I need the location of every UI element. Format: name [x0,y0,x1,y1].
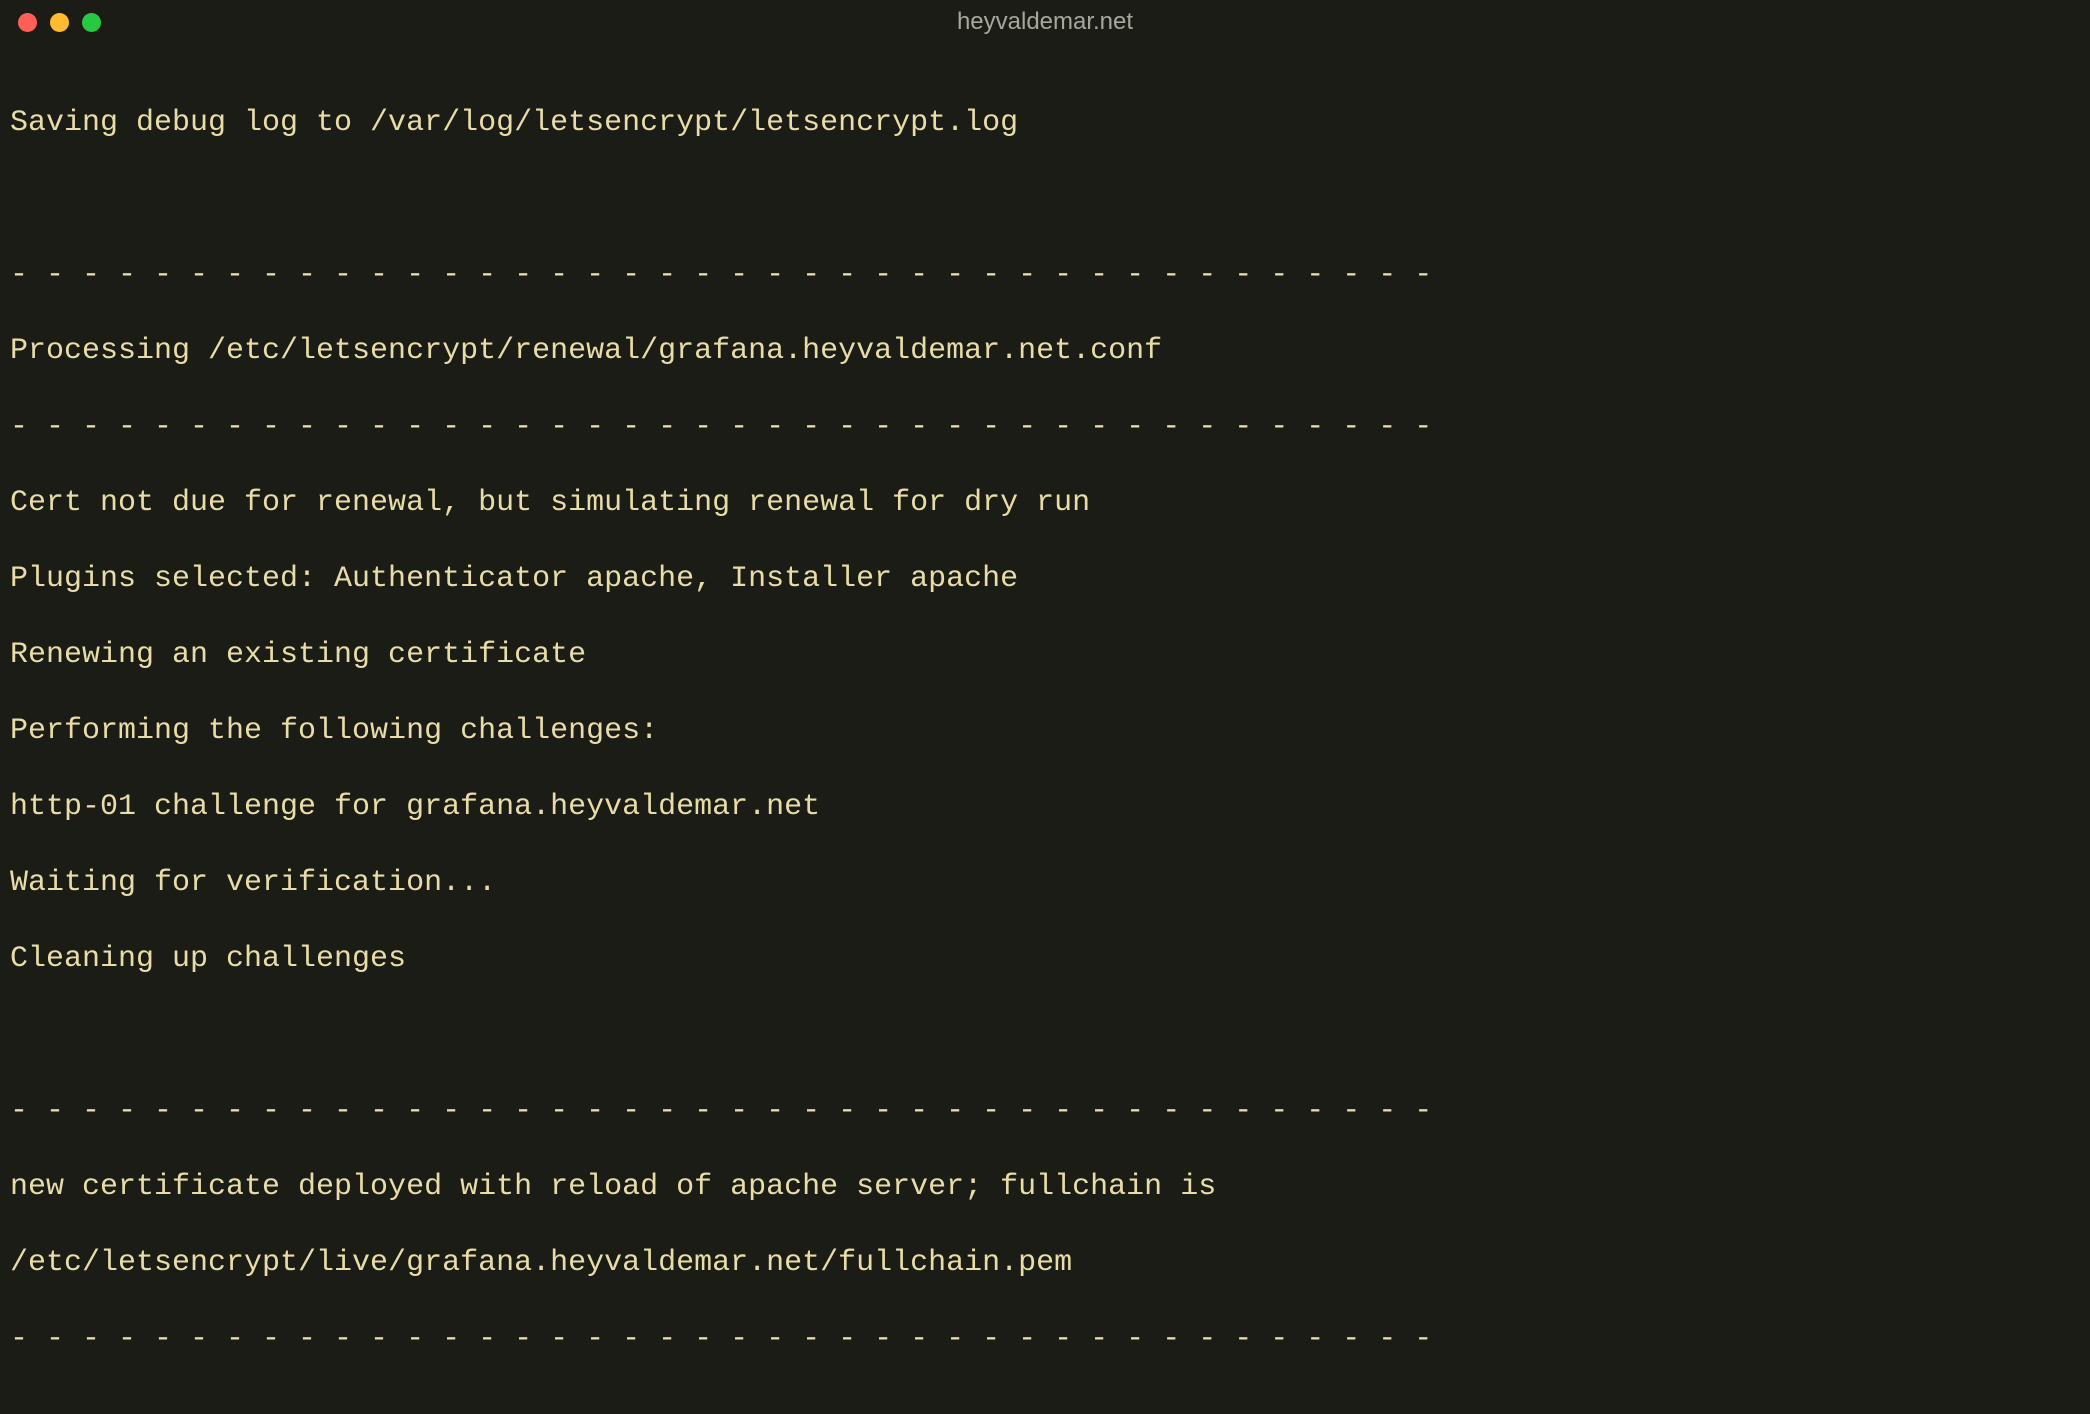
output-line: Cleaning up challenges [10,940,2080,978]
output-line: Processing /etc/letsencrypt/renewal/graf… [10,332,2080,370]
terminal-body[interactable]: Saving debug log to /var/log/letsencrypt… [0,44,2090,1414]
divider-line: - - - - - - - - - - - - - - - - - - - - … [10,408,2080,446]
divider-line: - - - - - - - - - - - - - - - - - - - - … [10,256,2080,294]
output-line: Renewing an existing certificate [10,636,2080,674]
blank-line [10,180,2080,218]
minimize-icon[interactable] [50,13,69,32]
output-line: new certificate deployed with reload of … [10,1168,2080,1206]
zoom-icon[interactable] [82,13,101,32]
output-line: Plugins selected: Authenticator apache, … [10,560,2080,598]
output-line: Cert not due for renewal, but simulating… [10,484,2080,522]
titlebar: heyvaldemar.net [0,0,2090,44]
blank-line [10,1396,2080,1414]
output-line: /etc/letsencrypt/live/grafana.heyvaldema… [10,1244,2080,1282]
window-controls [18,13,101,32]
terminal-window: heyvaldemar.net Saving debug log to /var… [0,0,2090,1414]
output-line: Performing the following challenges: [10,712,2080,750]
output-line: Saving debug log to /var/log/letsencrypt… [10,104,2080,142]
output-line: Waiting for verification... [10,864,2080,902]
divider-line: - - - - - - - - - - - - - - - - - - - - … [10,1092,2080,1130]
divider-line: - - - - - - - - - - - - - - - - - - - - … [10,1320,2080,1358]
close-icon[interactable] [18,13,37,32]
output-line: http-01 challenge for grafana.heyvaldema… [10,788,2080,826]
window-title: heyvaldemar.net [0,8,2090,36]
blank-line [10,1016,2080,1054]
